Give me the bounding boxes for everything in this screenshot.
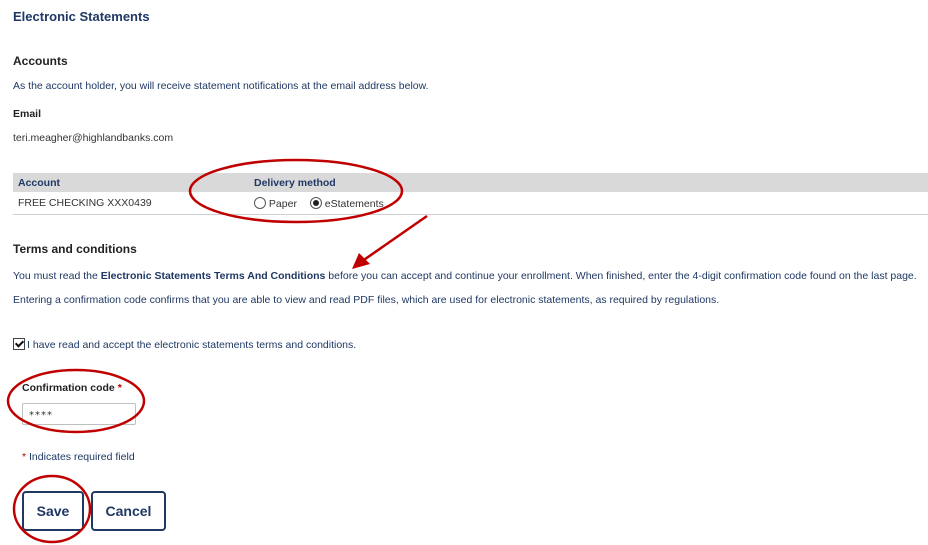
- email-label: Email: [13, 108, 42, 120]
- estatements-radio[interactable]: [309, 196, 322, 209]
- estatements-radio-label[interactable]: eStatements: [325, 198, 384, 210]
- terms-heading: Terms and conditions: [13, 242, 137, 256]
- accept-terms-row: I have read and accept the electronic st…: [13, 338, 356, 351]
- terms-link[interactable]: Electronic Statements Terms And Conditio…: [101, 270, 326, 282]
- paper-radio[interactable]: [254, 196, 266, 209]
- cancel-button[interactable]: Cancel: [91, 491, 166, 531]
- accounts-heading: Accounts: [13, 54, 68, 68]
- email-value: teri.meagher@highlandbanks.com: [13, 132, 174, 144]
- delivery-method-cell: Paper eStatements: [249, 192, 928, 215]
- page-title: Electronic Statements: [13, 9, 150, 24]
- terms-text: You must read the Electronic Statements …: [13, 264, 928, 312]
- terms-arrow-shaft: [357, 214, 428, 266]
- required-note-text: Indicates required field: [26, 451, 135, 463]
- accounts-table: Account Delivery method FREE CHECKING XX…: [13, 173, 928, 215]
- table-header-row: Account Delivery method: [13, 173, 928, 192]
- required-field-note: * Indicates required field: [22, 451, 135, 463]
- accept-terms-label[interactable]: I have read and accept the electronic st…: [27, 339, 356, 351]
- confirmation-code-label-text: Confirmation code: [22, 382, 115, 394]
- column-header-account: Account: [13, 173, 249, 192]
- column-header-delivery-method: Delivery method: [249, 173, 928, 192]
- accept-terms-checkbox[interactable]: [13, 338, 25, 350]
- confirmation-code-label: Confirmation code *: [22, 382, 122, 394]
- paper-radio-label[interactable]: Paper: [269, 198, 297, 210]
- confirmation-code-input[interactable]: ****: [22, 403, 136, 425]
- table-row: FREE CHECKING XXX0439 Paper eStatements: [13, 192, 928, 215]
- account-name-cell: FREE CHECKING XXX0439: [13, 192, 249, 215]
- required-mark: *: [117, 382, 122, 394]
- accounts-notice: As the account holder, you will receive …: [13, 80, 429, 92]
- save-button[interactable]: Save: [22, 491, 84, 531]
- terms-text-before: You must read the: [13, 270, 101, 282]
